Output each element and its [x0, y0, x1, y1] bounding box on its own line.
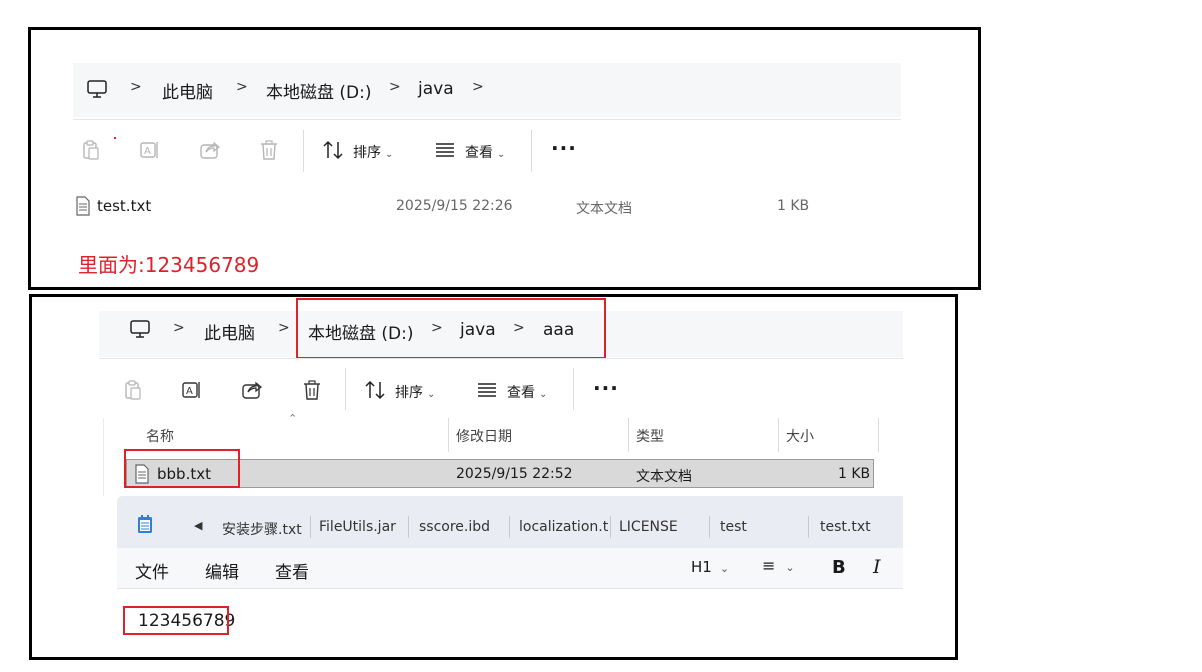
menu-edit[interactable]: 编辑	[205, 558, 239, 583]
this-pc-icon[interactable]	[127, 316, 153, 342]
tab-separator	[709, 516, 710, 538]
share-icon[interactable]	[197, 137, 223, 163]
rename-icon[interactable]: A	[179, 377, 205, 403]
breadcrumb-drive-d[interactable]: 本地磁盘 (D:)	[266, 78, 372, 103]
chevron-down-icon: ⌄	[785, 561, 795, 574]
sort-icon[interactable]	[362, 377, 388, 403]
notepad-tab[interactable]: sscore.ibd	[419, 519, 490, 535]
column-header-name[interactable]: 名称	[146, 426, 174, 446]
column-divider[interactable]	[628, 418, 629, 452]
sort-button[interactable]: 排序 ⌄	[353, 142, 393, 162]
tab-separator	[310, 516, 311, 538]
file-size: 1 KB	[838, 466, 871, 482]
file-type: 文本文档	[576, 201, 632, 217]
list-icon[interactable]: ≡ ⌄	[762, 556, 795, 575]
more-options-icon[interactable]: ···	[551, 136, 577, 160]
tab-separator	[408, 516, 409, 538]
chevron-down-icon: ⌄	[497, 149, 506, 160]
notepad-tab[interactable]: 安装步骤.txt	[222, 519, 302, 539]
tab-separator	[610, 516, 611, 538]
view-icon[interactable]	[474, 377, 500, 403]
sort-button[interactable]: 排序 ⌄	[395, 382, 435, 402]
this-pc-icon[interactable]	[84, 76, 110, 102]
paste-icon[interactable]	[120, 377, 146, 403]
notepad-tab[interactable]: FileUtils.jar	[319, 519, 396, 535]
menu-view[interactable]: 查看	[275, 558, 309, 583]
sort-label: 排序	[353, 145, 381, 161]
heading-label: H1	[691, 558, 712, 576]
sort-ascending-indicator: ⌃	[288, 412, 298, 425]
chevron-right-icon: >	[278, 320, 290, 336]
chevron-down-icon: ⌄	[427, 389, 436, 400]
toolbar-separator	[573, 368, 574, 410]
file-modified: 2025/9/15 22:26	[396, 198, 513, 214]
column-divider[interactable]	[778, 418, 779, 452]
annotation-note: 里面为:123456789	[78, 253, 260, 277]
more-options-icon[interactable]: ···	[593, 376, 619, 400]
delete-icon[interactable]	[256, 137, 282, 163]
tab-scroll-left-icon[interactable]: ◀	[194, 519, 202, 532]
chevron-down-icon: ⌄	[385, 149, 394, 160]
column-divider[interactable]	[878, 418, 879, 452]
heading-dropdown[interactable]: H1 ⌄	[691, 558, 729, 576]
highlight-box-file	[124, 449, 240, 488]
breadcrumb-java[interactable]: java	[418, 79, 454, 99]
chevron-right-icon: >	[236, 79, 248, 95]
paste-icon[interactable]	[78, 137, 104, 163]
italic-icon[interactable]: I	[873, 556, 881, 578]
chevron-right-icon: >	[173, 320, 185, 336]
notepad-tab[interactable]: test.txt	[820, 519, 871, 535]
chevron-down-icon: ⌄	[539, 389, 548, 400]
sort-icon[interactable]	[320, 137, 346, 163]
file-list-left-border	[103, 418, 104, 496]
highlight-box-content	[123, 606, 229, 635]
tab-separator	[509, 516, 510, 538]
notepad-tab[interactable]: test	[720, 519, 747, 535]
red-mark	[114, 137, 116, 139]
view-label: 查看	[507, 385, 535, 401]
notepad-tab[interactable]: LICENSE	[619, 519, 678, 535]
toolbar-separator	[345, 368, 346, 410]
column-header-type[interactable]: 类型	[636, 426, 664, 446]
breadcrumb-this-pc[interactable]: 此电脑	[204, 319, 255, 344]
notepad-tab[interactable]: localization.t	[519, 519, 608, 535]
chevron-right-icon: >	[130, 79, 142, 95]
view-button[interactable]: 查看 ⌄	[465, 142, 505, 162]
view-button[interactable]: 查看 ⌄	[507, 382, 547, 402]
bold-icon[interactable]: B	[832, 557, 846, 578]
top-toolbar-divider	[73, 119, 901, 120]
chevron-right-icon: >	[472, 79, 484, 95]
view-icon[interactable]	[432, 137, 458, 163]
bottom-toolbar-divider	[99, 358, 903, 359]
svg-text:A: A	[186, 386, 193, 397]
delete-icon[interactable]	[299, 377, 325, 403]
file-name[interactable]: test.txt	[97, 197, 151, 215]
chevron-right-icon: >	[389, 79, 401, 95]
tab-separator	[808, 516, 809, 538]
breadcrumb-this-pc[interactable]: 此电脑	[162, 78, 213, 103]
chevron-down-icon: ⌄	[719, 562, 730, 575]
sort-label: 排序	[395, 385, 423, 401]
column-header-size[interactable]: 大小	[786, 426, 814, 446]
file-size: 1 KB	[777, 198, 810, 214]
file-type: 文本文档	[636, 469, 692, 485]
file-modified: 2025/9/15 22:52	[456, 466, 573, 482]
notepad-app-icon	[137, 514, 153, 534]
column-header-modified[interactable]: 修改日期	[456, 426, 512, 446]
toolbar-separator	[303, 130, 304, 172]
view-label: 查看	[465, 145, 493, 161]
column-divider[interactable]	[448, 418, 449, 452]
menu-file[interactable]: 文件	[135, 558, 169, 583]
highlight-box-path	[296, 298, 606, 359]
rename-icon[interactable]: A	[137, 137, 163, 163]
text-file-icon	[70, 193, 96, 219]
toolbar-separator	[531, 130, 532, 172]
svg-text:A: A	[144, 146, 151, 157]
share-icon[interactable]	[239, 377, 265, 403]
